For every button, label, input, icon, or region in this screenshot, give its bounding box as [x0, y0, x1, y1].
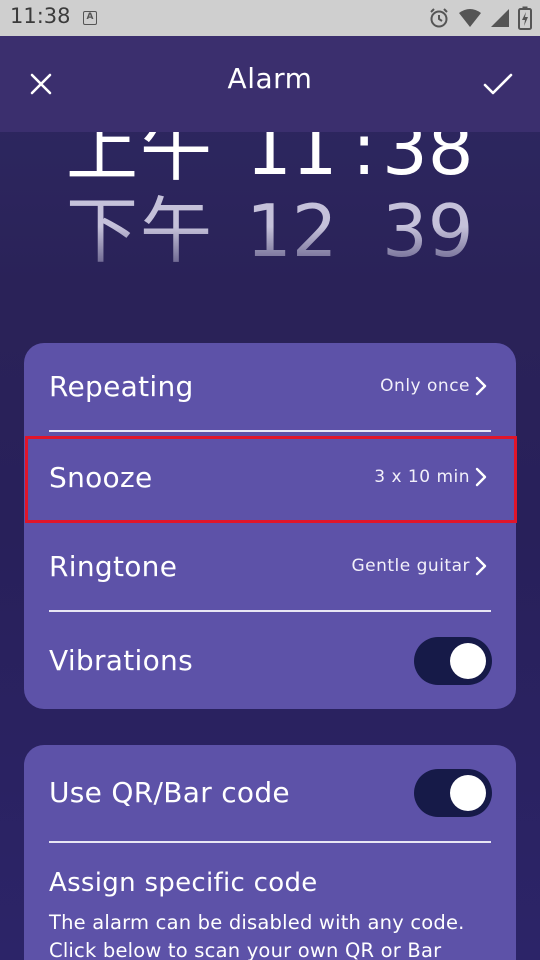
repeating-label: Repeating [49, 369, 194, 403]
toggle-knob [450, 774, 486, 811]
ringtone-label: Ringtone [49, 549, 178, 583]
assign-code-description: The alarm can be disabled with any code.… [49, 911, 465, 960]
snooze-row[interactable]: Snooze 3 x 10 min [24, 432, 516, 522]
chevron-right-icon [475, 467, 487, 487]
ringtone-value: Gentle guitar [351, 556, 470, 576]
snooze-label: Snooze [49, 460, 153, 494]
hour-selected[interactable]: 11 [246, 132, 338, 194]
assign-code-title-row: Assign specific code [24, 861, 516, 905]
alarm-settings-card: Repeating Only once Snooze 3 x 10 min Ri… [24, 343, 516, 709]
a-notification-icon: A [83, 11, 97, 25]
confirm-button[interactable] [478, 64, 518, 104]
toggle-knob [450, 642, 486, 679]
repeating-value: Only once [380, 376, 470, 396]
status-time: 11:38 [10, 4, 71, 28]
vibrations-row[interactable]: Vibrations [24, 612, 516, 709]
hour-next[interactable]: 12 [246, 186, 338, 276]
battery-charging-icon [518, 6, 532, 30]
minute-selected[interactable]: 38 [382, 132, 474, 194]
status-icons [428, 6, 532, 30]
use-code-label: Use QR/Bar code [49, 776, 290, 809]
divider [49, 841, 491, 843]
chevron-right-icon [475, 376, 487, 396]
time-row-selected[interactable]: 上午 11 : 38 [0, 132, 540, 194]
repeating-row[interactable]: Repeating Only once [24, 343, 516, 429]
wifi-icon [459, 9, 481, 27]
vibrations-toggle[interactable] [414, 636, 492, 685]
time-picker[interactable]: 上午 11 : 38 下午 12 39 [0, 132, 540, 282]
assign-code-title: Assign specific code [49, 868, 318, 898]
page-title: Alarm [227, 62, 313, 95]
use-code-toggle[interactable] [414, 768, 492, 817]
time-colon: : [352, 132, 377, 191]
use-code-row[interactable]: Use QR/Bar code [24, 745, 516, 840]
status-bar: 11:38 A [0, 0, 540, 36]
chevron-right-icon [475, 556, 487, 576]
top-app-bar: Alarm [0, 36, 540, 132]
time-row-next[interactable]: 下午 12 39 [0, 186, 540, 276]
signal-icon [491, 9, 509, 27]
snooze-value: 3 x 10 min [374, 467, 470, 487]
checkmark-icon [483, 73, 513, 95]
minute-next[interactable]: 39 [382, 186, 474, 276]
ampm-selected[interactable]: 上午 [66, 132, 214, 194]
code-settings-card: Use QR/Bar code Assign specific code The… [24, 745, 516, 960]
alarm-clock-icon [430, 8, 448, 28]
ringtone-row[interactable]: Ringtone Gentle guitar [24, 522, 516, 610]
ampm-next[interactable]: 下午 [66, 186, 214, 276]
vibrations-label: Vibrations [49, 644, 193, 677]
